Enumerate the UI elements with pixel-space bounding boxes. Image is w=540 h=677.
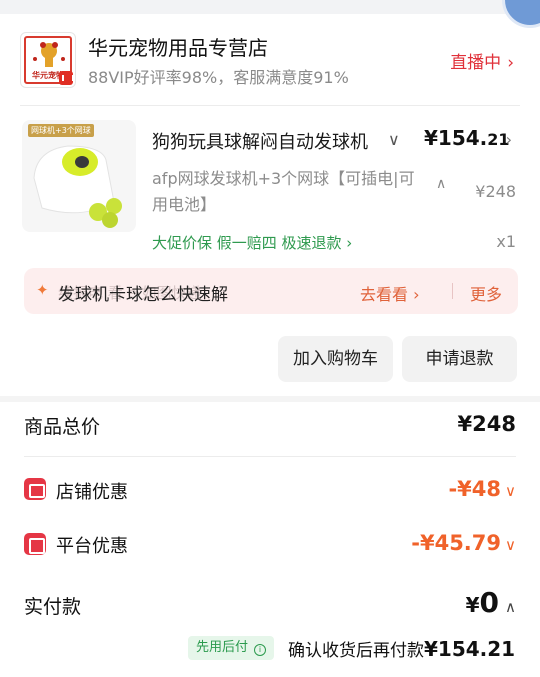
store-discount-label: 店铺优惠 (56, 482, 128, 503)
paid-label: 实付款 (24, 596, 82, 618)
product-image[interactable]: 网球机+3个网球 (22, 120, 136, 232)
add-to-cart-button[interactable]: 加入购物车 (278, 336, 393, 382)
pay-later-text: 确认收货后再付款 (288, 641, 424, 661)
platform-discount-value[interactable]: -¥45.79 ∨ (411, 531, 516, 555)
paid-value[interactable]: ¥0 ∧ (466, 586, 516, 619)
chevron-up-icon[interactable]: ∧ (436, 176, 446, 192)
pay-later-amount: ¥154.21 (424, 637, 516, 661)
goods-total-label: 商品总价 (24, 416, 101, 438)
divider (24, 456, 516, 457)
platform-discount-label: 平台优惠 (56, 536, 128, 557)
chevron-up-icon: ∧ (505, 598, 516, 616)
info-icon: i (254, 644, 267, 656)
go-see-link[interactable]: 去看看 › (360, 281, 420, 305)
product-spec[interactable]: afp网球发球机+3个网球【可插电|可用电池】 (152, 166, 430, 218)
chevron-down-icon: ∨ (505, 482, 516, 500)
section-divider (0, 396, 540, 402)
service-guarantees[interactable]: 大促价保 假一赔四 极速退款 › (152, 232, 352, 253)
store-header[interactable]: 华元宠物 华元宠物用品专营店 88VIP好评率98%，客服满意度91% 直播中 › (0, 14, 540, 106)
store-rating: 88VIP好评率98%，客服满意度91% (88, 68, 349, 87)
product-price: ¥154.21 (424, 126, 510, 150)
chevron-down-icon[interactable]: ∨ (388, 130, 400, 149)
chevron-right-icon[interactable]: › (506, 130, 512, 149)
platform-discount-amount: -¥45.79 (411, 531, 502, 555)
pay-later-badge-label: 先用后付 (196, 640, 249, 655)
product-title[interactable]: 狗狗玩具球解闷自动发球机 (152, 128, 378, 154)
divider (20, 105, 520, 106)
image-tag: 网球机+3个网球 (28, 124, 94, 137)
tip-banner[interactable]: ✦ 续报电 看 e 如图快递 发球机卡球怎么快速解 去看看 › 更多 (24, 268, 518, 314)
chevron-right-icon: › (507, 53, 514, 73)
more-link[interactable]: 更多 (470, 281, 502, 305)
goods-total-value: ¥248 (457, 412, 516, 436)
divider (452, 283, 453, 299)
chevron-down-icon: ∨ (505, 536, 516, 554)
original-price: ¥248 (475, 182, 516, 201)
live-label: 直播中 (450, 53, 502, 73)
store-name[interactable]: 华元宠物用品专营店 (88, 32, 268, 61)
pay-later-note: 确认收货后再付款¥154.21 (288, 636, 515, 661)
store-logo[interactable]: 华元宠物 (20, 32, 76, 88)
live-badge-icon (59, 71, 74, 85)
price-integer: ¥154. (424, 126, 488, 150)
top-strip (0, 0, 540, 14)
request-refund-button[interactable]: 申请退款 (402, 336, 517, 382)
live-link[interactable]: 直播中 › (450, 48, 514, 73)
sparkle-icon: ✦ (36, 281, 49, 299)
paid-currency: ¥ (465, 593, 480, 617)
paid-amount: 0 (479, 586, 500, 619)
tip-question[interactable]: 发球机卡球怎么快速解 (58, 280, 358, 305)
store-coupon-icon (24, 478, 46, 500)
platform-coupon-icon (24, 533, 46, 555)
store-discount-amount: -¥48 (448, 477, 502, 501)
quantity: x1 (496, 232, 516, 251)
pay-later-badge[interactable]: 先用后付 i (188, 636, 275, 660)
store-discount-value[interactable]: -¥48 ∨ (448, 477, 516, 501)
